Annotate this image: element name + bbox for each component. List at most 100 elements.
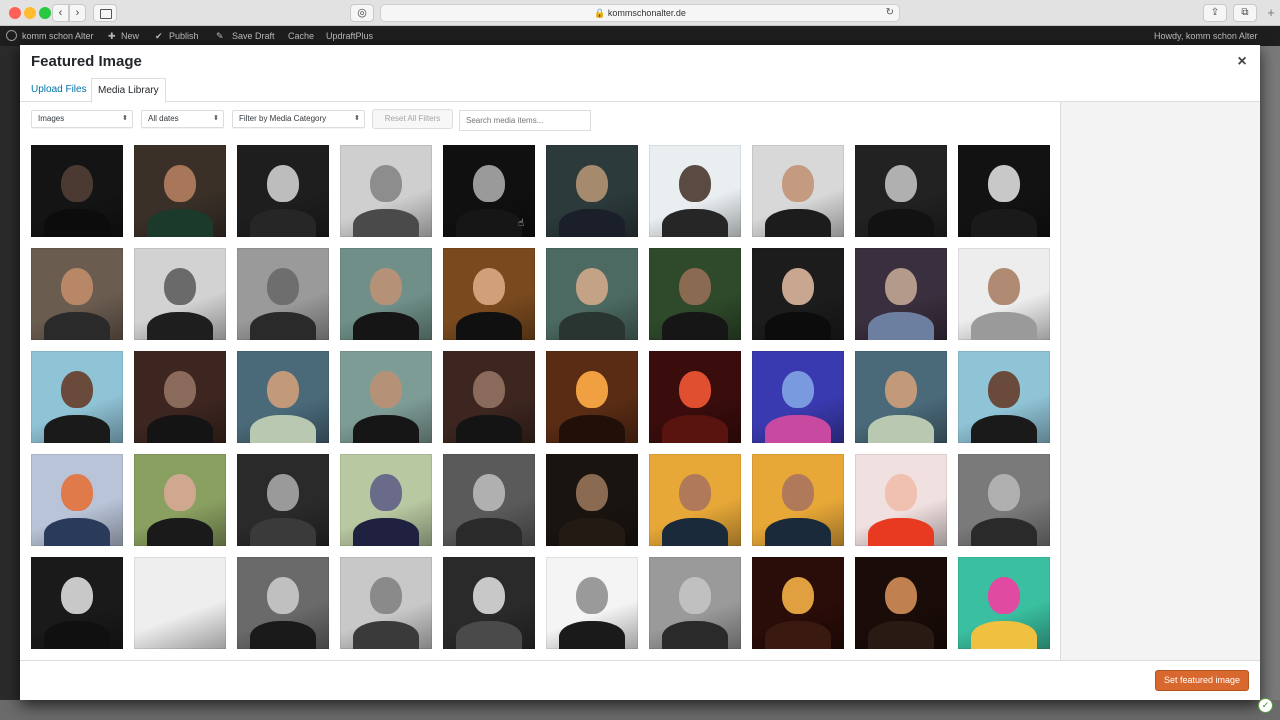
privacy-report-button[interactable]: ◎ — [350, 4, 374, 22]
attachment-thumbnail[interactable] — [443, 248, 535, 340]
back-button[interactable]: ‹ — [52, 4, 69, 22]
attachment-thumbnail[interactable] — [958, 351, 1050, 443]
attachment-thumbnail[interactable] — [958, 145, 1050, 237]
attachment-thumbnail[interactable] — [134, 248, 226, 340]
adminbar-updraft[interactable]: UpdraftPlus — [326, 26, 373, 46]
thumbnail-figure-head — [61, 474, 93, 512]
attachment-thumbnail[interactable] — [752, 248, 844, 340]
attachment-thumbnail[interactable] — [237, 557, 329, 649]
attachment-thumbnail[interactable] — [31, 248, 123, 340]
attachment-thumbnail[interactable] — [958, 454, 1050, 546]
adminbar-new[interactable]: New — [121, 26, 139, 46]
thumbnail-figure-head — [679, 371, 711, 409]
wordpress-logo-icon[interactable] — [6, 30, 17, 41]
adminbar-cache[interactable]: Cache — [288, 26, 314, 46]
shield-check-icon[interactable]: ✓ — [1258, 698, 1273, 713]
attachment-thumbnail[interactable] — [134, 351, 226, 443]
set-featured-image-button[interactable]: Set featured image — [1155, 670, 1249, 691]
forward-button[interactable]: › — [69, 4, 86, 22]
thumbnail-figure-head — [885, 474, 917, 512]
new-tab-button[interactable]: + — [1264, 6, 1278, 20]
attachment-thumbnail[interactable] — [546, 351, 638, 443]
adminbar-save-draft[interactable]: Save Draft — [232, 26, 275, 46]
thumbnail-figure-head — [782, 165, 814, 203]
attachment-thumbnail[interactable] — [443, 557, 535, 649]
attachment-thumbnail[interactable] — [958, 557, 1050, 649]
adminbar-howdy[interactable]: Howdy, komm schon Alter — [1154, 26, 1257, 46]
attachment-thumbnail[interactable] — [546, 248, 638, 340]
check-icon: ✔ — [155, 31, 163, 41]
thumbnail-figure-body — [249, 621, 317, 649]
close-icon[interactable]: × — [1234, 54, 1250, 70]
adminbar-site[interactable]: komm schon Alter — [22, 26, 94, 46]
attachment-thumbnail[interactable] — [649, 248, 741, 340]
sidebar-toggle-button[interactable] — [93, 4, 117, 22]
attachment-thumbnail[interactable] — [443, 351, 535, 443]
search-input[interactable] — [459, 110, 591, 131]
thumbnail-figure-body — [249, 518, 317, 546]
adminbar-publish[interactable]: Publish — [169, 26, 199, 46]
thumbnail-figure-head — [473, 371, 505, 409]
attachment-thumbnail[interactable] — [340, 145, 432, 237]
attachment-thumbnail[interactable] — [546, 557, 638, 649]
attachment-thumbnail[interactable] — [31, 454, 123, 546]
attachment-thumbnail[interactable] — [237, 248, 329, 340]
thumbnail-figure-body — [764, 312, 832, 340]
thumbnail-figure-body — [867, 518, 935, 546]
attachment-thumbnail[interactable] — [649, 454, 741, 546]
attachment-thumbnail[interactable] — [340, 454, 432, 546]
attachment-thumbnail[interactable] — [752, 557, 844, 649]
pencil-icon: ✎ — [216, 31, 224, 41]
attachment-thumbnail[interactable] — [752, 454, 844, 546]
attachment-thumbnail[interactable] — [752, 145, 844, 237]
thumbnail-figure-body — [43, 415, 111, 443]
attachment-thumbnail[interactable] — [443, 454, 535, 546]
attachment-thumbnail[interactable] — [237, 145, 329, 237]
attachment-thumbnail[interactable] — [649, 351, 741, 443]
thumbnail-figure-body — [43, 312, 111, 340]
thumbnail-figure-body — [661, 415, 729, 443]
minimize-window-button[interactable] — [24, 7, 36, 19]
address-bar[interactable]: 🔒 kommschonalter.de ↻ — [380, 4, 900, 22]
thumbnail-figure-head — [164, 474, 196, 512]
attachment-thumbnail[interactable] — [855, 248, 947, 340]
attachment-thumbnail[interactable] — [340, 351, 432, 443]
tab-upload-files[interactable]: Upload Files — [25, 78, 93, 102]
address-text: kommschonalter.de — [607, 8, 686, 18]
attachment-thumbnail[interactable] — [31, 557, 123, 649]
share-button[interactable]: ⇪ — [1203, 4, 1227, 22]
attachment-thumbnail[interactable] — [855, 145, 947, 237]
attachment-thumbnail[interactable] — [237, 351, 329, 443]
attachment-thumbnail[interactable] — [855, 454, 947, 546]
attachment-thumbnail[interactable] — [752, 351, 844, 443]
attachment-thumbnail[interactable] — [958, 248, 1050, 340]
media-type-filter[interactable]: Images ⬍ — [31, 110, 133, 128]
attachment-thumbnail[interactable] — [340, 557, 432, 649]
tab-media-library[interactable]: Media Library — [91, 78, 166, 103]
category-filter-value: Filter by Media Category — [239, 114, 327, 123]
media-category-filter[interactable]: Filter by Media Category ⬍ — [232, 110, 365, 128]
attachment-thumbnail[interactable] — [649, 145, 741, 237]
attachment-thumbnail[interactable] — [546, 145, 638, 237]
thumbnail-figure-head — [576, 165, 608, 203]
attachment-thumbnail[interactable] — [649, 557, 741, 649]
thumbnail-figure-head — [61, 577, 93, 615]
attachment-thumbnail[interactable] — [134, 557, 226, 649]
attachment-thumbnail[interactable] — [340, 248, 432, 340]
attachment-thumbnail[interactable] — [855, 557, 947, 649]
thumbnail-figure-body — [558, 415, 626, 443]
zoom-window-button[interactable] — [39, 7, 51, 19]
attachment-thumbnail[interactable] — [855, 351, 947, 443]
close-window-button[interactable] — [9, 7, 21, 19]
reload-icon[interactable]: ↻ — [886, 5, 894, 21]
show-tabs-button[interactable]: ⧉ — [1233, 4, 1257, 22]
thumbnail-figure-head — [164, 268, 196, 306]
attachment-thumbnail[interactable] — [237, 454, 329, 546]
attachment-thumbnail[interactable] — [31, 145, 123, 237]
attachment-thumbnail[interactable] — [31, 351, 123, 443]
reset-filters-button[interactable]: Reset All Filters — [372, 109, 453, 129]
attachment-thumbnail[interactable] — [134, 145, 226, 237]
date-filter[interactable]: All dates ⬍ — [141, 110, 224, 128]
attachment-thumbnail[interactable] — [134, 454, 226, 546]
attachment-thumbnail[interactable] — [546, 454, 638, 546]
